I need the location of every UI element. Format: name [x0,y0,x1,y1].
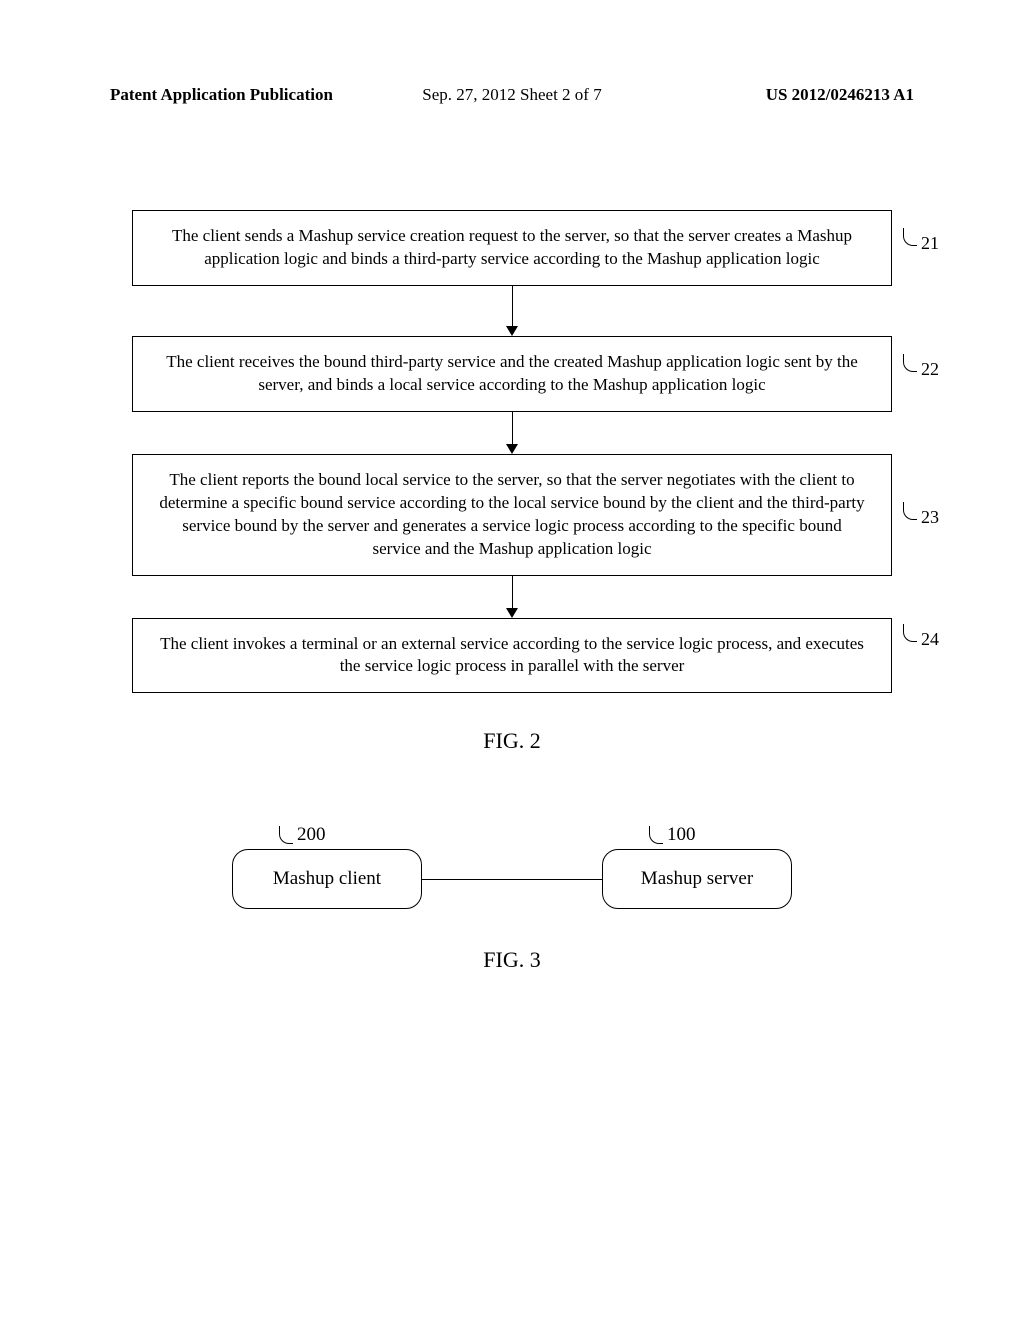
arrow-down-icon [132,412,892,454]
flow-box-24: The client invokes a terminal or an exte… [132,618,892,694]
mashup-server-box: 100 Mashup server [602,849,792,909]
label-hook-icon [903,502,917,520]
flow-box-text: The client invokes a terminal or an exte… [160,634,864,676]
fig3-diagram: 200 Mashup client 100 Mashup server [232,849,792,909]
fig2-flowchart: The client sends a Mashup service creati… [132,210,892,754]
arrow-down-icon [132,286,892,336]
header-publication-number: US 2012/0246213 A1 [766,85,914,105]
header-publication-type: Patent Application Publication [110,85,333,105]
label-hook-icon [649,826,663,844]
fig2-caption: FIG. 2 [132,728,892,754]
fig3-caption: FIG. 3 [0,947,1024,973]
fig3-server-label: 100 [649,824,696,846]
connector-line [422,879,602,880]
flow-box-text: The client sends a Mashup service creati… [172,226,852,268]
flow-box-label-21: 21 [903,231,939,255]
arrow-down-icon [132,576,892,618]
label-hook-icon [279,826,293,844]
header-date-sheet: Sep. 27, 2012 Sheet 2 of 7 [422,85,601,105]
flow-box-22: The client receives the bound third-part… [132,336,892,412]
flow-box-21: The client sends a Mashup service creati… [132,210,892,286]
label-hook-icon [903,624,917,642]
fig3-client-label: 200 [279,824,326,846]
mashup-client-text: Mashup client [273,868,381,889]
mashup-server-text: Mashup server [641,868,753,889]
label-hook-icon [903,228,917,246]
flow-box-23: The client reports the bound local servi… [132,454,892,576]
flow-box-label-24: 24 [903,627,939,651]
label-hook-icon [903,354,917,372]
flow-box-text: The client receives the bound third-part… [166,352,858,394]
page-header: Patent Application Publication Sep. 27, … [0,0,1024,105]
mashup-client-box: 200 Mashup client [232,849,422,909]
flow-box-label-22: 22 [903,357,939,381]
flow-box-text: The client reports the bound local servi… [159,470,864,558]
flow-box-label-23: 23 [903,505,939,529]
